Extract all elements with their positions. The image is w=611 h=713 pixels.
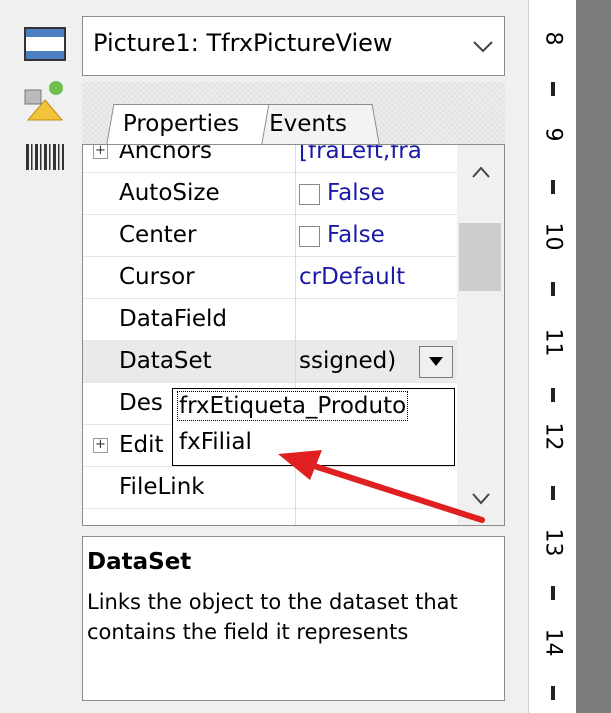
property-name: Cursor [119,264,195,290]
dataset-option[interactable]: frxEtiqueta_Produto [176,391,409,421]
scrollbar-thumb[interactable] [459,223,501,291]
ruler-tick [551,282,555,296]
property-value: crDefault [299,264,406,290]
dataset-option[interactable]: fxFilial [179,429,252,455]
tab-events-label: Events [269,111,347,137]
tab-events[interactable]: Events [252,104,380,146]
dropdown-arrow-icon [429,357,443,366]
property-name: Center [119,222,197,248]
dataset-combo-value[interactable]: ssigned) [299,348,396,374]
center-checkbox[interactable] [299,226,320,247]
expand-icon[interactable]: + [93,438,108,453]
ruler-tick [551,180,555,194]
property-row-filelink[interactable]: FileLink [83,467,457,509]
vertical-ruler: 8 9 10 11 12 13 14 [528,0,576,713]
ruler-tick [551,82,555,96]
property-name: AutoSize [119,180,220,206]
ruler-number: 10 [540,222,566,251]
ruler-tick [551,586,555,600]
autosize-checkbox[interactable] [299,184,320,205]
scroll-up-icon[interactable] [471,165,491,179]
property-value: [fraLeft,fra [299,144,422,164]
object-selector[interactable]: Picture1: TfrxPictureView [82,16,505,76]
tab-properties[interactable]: Properties [106,104,270,146]
property-grid: + Anchors [fraLeft,fra AutoSize False Ce… [82,144,505,526]
property-value: False [327,180,385,206]
property-description-panel: DataSet Links the object to the dataset … [82,536,505,701]
tab-properties-label: Properties [122,111,240,137]
ruler-tick [551,486,555,500]
object-selector-value: Picture1: TfrxPictureView [93,29,393,57]
expand-icon[interactable]: + [93,145,108,159]
barcode-icon[interactable] [22,136,68,182]
description-title: DataSet [87,549,192,575]
ruler-tick [551,388,555,402]
dataset-dropdown-button[interactable] [419,346,453,378]
property-name: Des [119,390,163,416]
description-text: Links the object to the dataset that con… [87,590,458,644]
property-grid-scrollbar[interactable] [457,145,504,525]
property-row-anchors[interactable]: + Anchors [fraLeft,fra [83,144,457,173]
property-row-dataset[interactable]: DataSet ssigned) [83,341,457,383]
report-workspace[interactable] [576,0,611,713]
ruler-tick [551,686,555,700]
property-row-center[interactable]: Center False [83,215,457,257]
property-name: DataField [119,306,228,332]
ruler-number: 14 [540,628,566,657]
ruler-number: 12 [540,422,566,451]
property-row-cursor[interactable]: Cursor crDefault [83,257,457,299]
tab-strip: Events Properties [82,82,505,146]
ruler-number: 9 [540,127,566,142]
chevron-down-icon[interactable] [472,37,494,55]
object-toolbar [0,0,80,713]
ruler-number: 8 [540,31,566,46]
shape-icon[interactable] [22,78,68,124]
property-value: False [327,222,385,248]
property-name: Edit [119,432,164,458]
dataset-dropdown-list: frxEtiqueta_Produto fxFilial [172,388,455,466]
column-separator[interactable] [295,145,296,525]
property-row-partial [83,509,457,525]
property-name: FileLink [119,474,205,500]
band-icon[interactable] [22,22,68,68]
property-row-autosize[interactable]: AutoSize False [83,173,457,215]
property-row-datafield[interactable]: DataField [83,299,457,341]
scroll-down-icon[interactable] [471,491,491,505]
property-name: DataSet [119,348,212,374]
ruler-number: 11 [540,328,566,357]
ruler-number: 13 [540,528,566,557]
property-name: Anchors [119,144,213,164]
